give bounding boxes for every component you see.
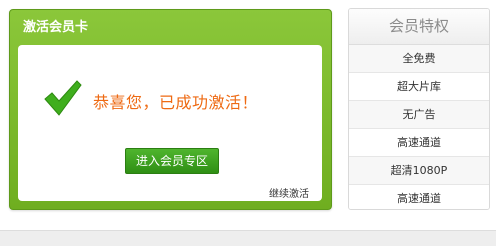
activate-card: 激活会员卡 恭喜您，已成功激活！ 进入会员专区 继续激活	[9, 9, 332, 210]
privilege-item: 高速通道	[349, 129, 489, 157]
privilege-item: 高速通道	[349, 185, 489, 209]
checkmark-icon	[44, 80, 82, 116]
card-title: 激活会员卡	[23, 20, 89, 35]
privilege-item: 全免费	[349, 45, 489, 73]
privilege-item: 超大片库	[349, 73, 489, 101]
continue-activate-link[interactable]: 继续激活	[269, 185, 309, 200]
success-message: 恭喜您，已成功激活！	[93, 93, 259, 112]
privileges-list: 全免费 超大片库 无广告 高速通道 超清1080P 高速通道	[349, 45, 489, 209]
member-privileges-panel: 会员特权 全免费 超大片库 无广告 高速通道 超清1080P 高速通道	[348, 8, 490, 210]
card-content: 恭喜您，已成功激活！ 进入会员专区 继续激活	[18, 45, 322, 201]
privilege-item: 超清1080P	[349, 157, 489, 185]
bottom-bar	[0, 230, 496, 246]
enter-member-zone-button[interactable]: 进入会员专区	[125, 148, 219, 174]
privilege-item: 无广告	[349, 101, 489, 129]
privileges-title: 会员特权	[349, 9, 489, 45]
